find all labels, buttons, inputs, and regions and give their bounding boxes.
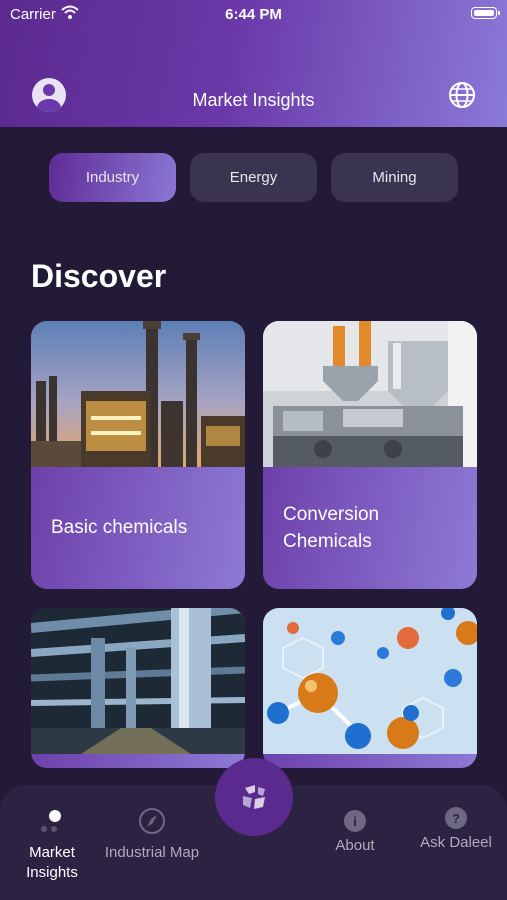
app-header: Carrier 6:44 PM Market Insights: [0, 0, 507, 127]
globe-icon[interactable]: [448, 81, 476, 109]
nav-industrial-map[interactable]: Industrial Map: [100, 807, 204, 863]
nav-ask-daleel[interactable]: ? Ask Daleel: [418, 807, 494, 853]
section-title: Discover: [31, 258, 167, 294]
nav-market-insights[interactable]: Market Insights: [16, 807, 88, 883]
nav-about[interactable]: i About: [326, 810, 384, 856]
card-label: Conversion Chemicals: [283, 504, 380, 552]
pipes-image: [31, 608, 245, 754]
tab-energy[interactable]: Energy: [190, 153, 317, 202]
status-bar: Carrier 6:44 PM: [0, 0, 507, 28]
card-molecules[interactable]: [263, 608, 477, 768]
dots-icon: [41, 810, 61, 832]
compass-icon: [139, 808, 165, 834]
card-basic-chemicals[interactable]: Basic chemicals: [31, 321, 245, 589]
card-pipes[interactable]: [31, 608, 245, 768]
daleel-logo-icon: [243, 785, 265, 809]
status-time: 6:44 PM: [225, 6, 282, 23]
page-title: Market Insights: [192, 90, 315, 110]
question-icon: ?: [445, 807, 467, 829]
nav-label: About: [335, 837, 375, 854]
nav-label: Industrial Map: [104, 844, 200, 861]
molecules-image: [263, 608, 477, 754]
card-label: Basic chemicals: [51, 517, 188, 538]
tab-mining[interactable]: Mining: [331, 153, 458, 202]
tab-industry[interactable]: Industry: [49, 153, 176, 202]
refinery-image: [31, 321, 245, 467]
battery-icon: [471, 7, 500, 19]
nav-label: Ask Daleel: [420, 834, 492, 851]
daleel-home-button[interactable]: [215, 758, 293, 836]
nav-label: Market Insights: [26, 844, 78, 881]
machinery-image: [263, 321, 477, 467]
info-icon: i: [344, 810, 366, 832]
card-conversion-chemicals[interactable]: Conversion Chemicals: [263, 321, 477, 589]
